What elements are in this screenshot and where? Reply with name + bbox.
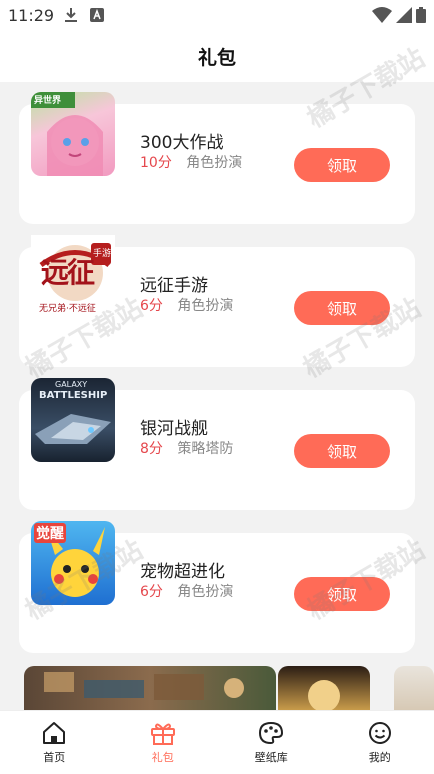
game-score: 6分	[140, 584, 163, 600]
claim-button[interactable]: 领取	[294, 434, 390, 468]
game-meta: 6分 角色扮演	[140, 295, 233, 315]
game-category: 角色扮演	[177, 584, 233, 600]
game-name: 300大作战	[140, 128, 223, 153]
logo-text: 远征	[41, 251, 93, 291]
tab-label: 首页	[43, 749, 65, 765]
page-title: 礼包	[198, 43, 236, 70]
tab-gift[interactable]: 礼包	[109, 711, 218, 774]
game-name: 银河战舰	[140, 414, 208, 439]
tab-home[interactable]: 首页	[0, 711, 109, 774]
status-time: 11:29	[8, 6, 54, 25]
home-icon	[41, 721, 67, 745]
thumbnail-badge: 觉醒	[34, 523, 66, 543]
gift-card[interactable]: 远征 手游 无兄弟·不远征 远征手游 6分 角色扮演 领取	[19, 247, 415, 367]
game-thumbnail: 觉醒	[31, 521, 115, 605]
battery-icon	[416, 7, 426, 23]
game-scene-art	[24, 666, 276, 710]
smiley-icon	[367, 721, 393, 745]
game-category: 角色扮演	[177, 298, 233, 314]
palette-icon	[258, 721, 284, 745]
tab-mine[interactable]: 我的	[326, 711, 434, 774]
logo-tag: 手游	[93, 246, 111, 259]
game-meta: 6分 角色扮演	[140, 581, 233, 601]
claim-button[interactable]: 领取	[294, 291, 390, 325]
claim-button[interactable]: 领取	[294, 148, 390, 182]
game-score: 8分	[140, 441, 163, 457]
game-category: 角色扮演	[186, 155, 242, 171]
wallpaper-banner[interactable]	[278, 666, 370, 710]
game-name: 远征手游	[140, 271, 208, 296]
game-score: 10分	[140, 155, 172, 171]
gift-card[interactable]: GALAXY BATTLESHIP 银河战舰 8分 策略塔防 领取	[19, 390, 415, 510]
download-icon	[64, 7, 78, 23]
game-category: 策略塔防	[177, 441, 233, 457]
game-thumbnail: GALAXY BATTLESHIP	[31, 378, 115, 462]
gift-card[interactable]: 异世界 300大作战 10分 角色扮演 领取	[19, 104, 415, 224]
game-thumbnail: 远征 手游 无兄弟·不远征	[31, 235, 115, 319]
game-meta: 10分 角色扮演	[140, 152, 242, 172]
gift-icon	[150, 721, 176, 745]
tab-wallpaper[interactable]: 壁纸库	[217, 711, 326, 774]
tab-label: 礼包	[152, 749, 174, 765]
logo-slogan: 无兄弟·不远征	[39, 301, 96, 314]
tab-label: 我的	[369, 749, 391, 765]
logo-title: GALAXY	[55, 380, 87, 389]
gift-card[interactable]: 觉醒 宠物超进化 6分 角色扮演 领取	[19, 533, 415, 653]
font-icon	[90, 8, 104, 22]
signal-icon	[396, 7, 412, 23]
game-meta: 8分 策略塔防	[140, 438, 233, 458]
wallpaper-banner[interactable]	[24, 666, 276, 710]
wifi-icon	[372, 7, 392, 23]
game-thumbnail: 异世界	[31, 92, 115, 176]
wallpaper-banner[interactable]	[394, 666, 434, 710]
status-bar: 11:29	[0, 0, 434, 30]
app-header: 礼包	[0, 30, 434, 82]
game-score: 6分	[140, 298, 163, 314]
game-name: 宠物超进化	[140, 557, 225, 582]
thumbnail-badge: 异世界	[34, 93, 61, 106]
logo-subtitle: BATTLESHIP	[39, 390, 107, 401]
bottom-tab-bar: 首页 礼包 壁纸库 我的	[0, 710, 434, 774]
character-art	[278, 666, 370, 710]
tab-label: 壁纸库	[255, 749, 288, 765]
claim-button[interactable]: 领取	[294, 577, 390, 611]
